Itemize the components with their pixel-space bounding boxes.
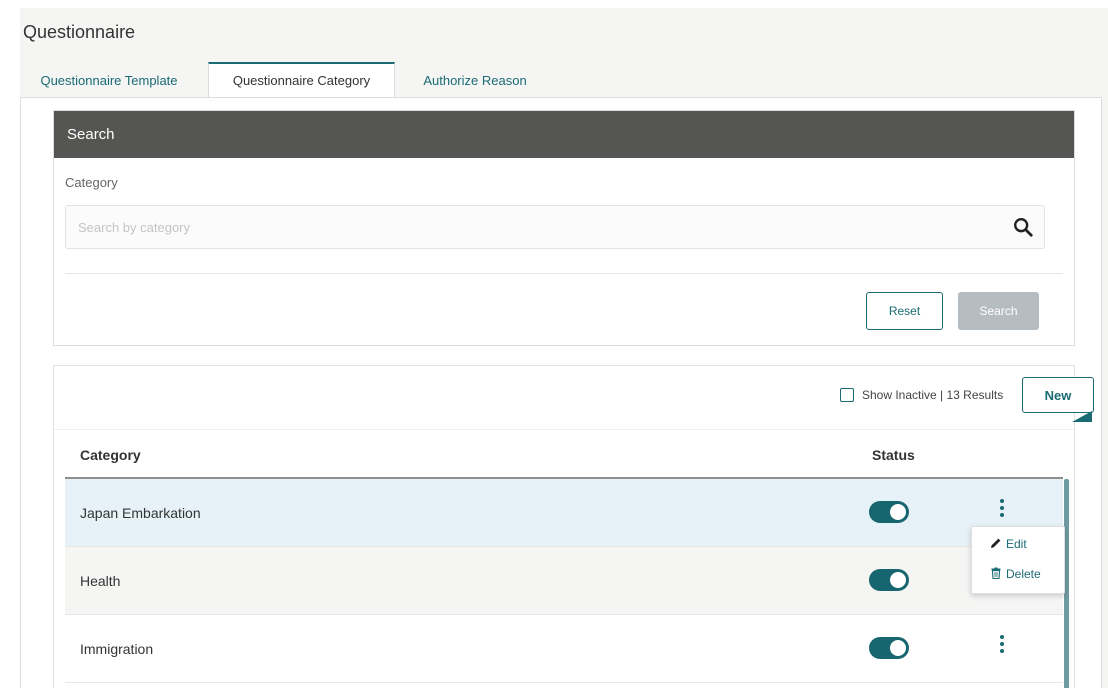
questionnaire-page: Questionnaire Questionnaire Template Que…: [20, 8, 1108, 688]
column-header-category: Category: [80, 447, 141, 463]
table-row[interactable]: Immigration: [65, 615, 1063, 683]
page-title: Questionnaire: [23, 22, 136, 42]
show-inactive-label: Show Inactive | 13 Results: [862, 388, 1004, 402]
search-input-wrapper: [65, 205, 1045, 249]
tab-questionnaire-category[interactable]: Questionnaire Category: [208, 62, 395, 99]
status-toggle[interactable]: [869, 501, 909, 523]
status-toggle[interactable]: [869, 569, 909, 591]
search-card: Search Category Reset Search: [53, 110, 1075, 346]
toggle-knob: [890, 572, 906, 588]
edit-menu-item[interactable]: Edit: [990, 537, 1027, 551]
tab-questionnaire-template[interactable]: Questionnaire Template: [24, 62, 194, 98]
category-label: Category: [65, 175, 118, 190]
toggle-knob: [890, 640, 906, 656]
new-button-tail: [1072, 411, 1092, 422]
table-body: Japan Embarkation Health Immigration: [65, 479, 1063, 683]
column-header-status: Status: [872, 447, 915, 463]
search-button[interactable]: Search: [958, 292, 1039, 330]
toggle-knob: [890, 504, 906, 520]
kebab-menu-icon[interactable]: [995, 633, 1009, 659]
edit-label: Edit: [1006, 537, 1027, 551]
tab-authorize-reason[interactable]: Authorize Reason: [405, 62, 545, 98]
new-button-wrapper: New: [1022, 377, 1094, 425]
results-card: Show Inactive | 13 Results Category Stat…: [53, 365, 1075, 688]
results-toolbar: Show Inactive | 13 Results: [54, 366, 1074, 430]
delete-menu-item[interactable]: Delete: [990, 567, 1041, 581]
pencil-icon: [991, 538, 1001, 548]
tab-panel: Search Category Reset Search Show Inacti…: [20, 97, 1102, 688]
table-row[interactable]: Japan Embarkation: [65, 479, 1063, 547]
category-cell: Health: [80, 573, 121, 589]
row-context-menu: Edit Delete: [971, 526, 1065, 594]
search-header: Search: [54, 111, 1074, 158]
category-cell: Immigration: [80, 641, 154, 657]
status-toggle[interactable]: [869, 637, 909, 659]
tab-bar: Questionnaire Template Questionnaire Cat…: [20, 62, 1108, 99]
category-cell: Japan Embarkation: [80, 505, 201, 521]
table-header: Category Status: [65, 431, 1063, 479]
table-row[interactable]: Health: [65, 547, 1063, 615]
search-icon[interactable]: [1012, 216, 1034, 238]
search-input[interactable]: [66, 206, 1006, 248]
show-inactive-checkbox[interactable]: [840, 388, 854, 402]
delete-label: Delete: [1006, 567, 1041, 581]
kebab-menu-icon[interactable]: [995, 497, 1009, 523]
new-button[interactable]: New: [1022, 377, 1094, 413]
reset-button[interactable]: Reset: [866, 292, 943, 330]
trash-icon: [991, 567, 1001, 579]
divider: [65, 273, 1063, 274]
